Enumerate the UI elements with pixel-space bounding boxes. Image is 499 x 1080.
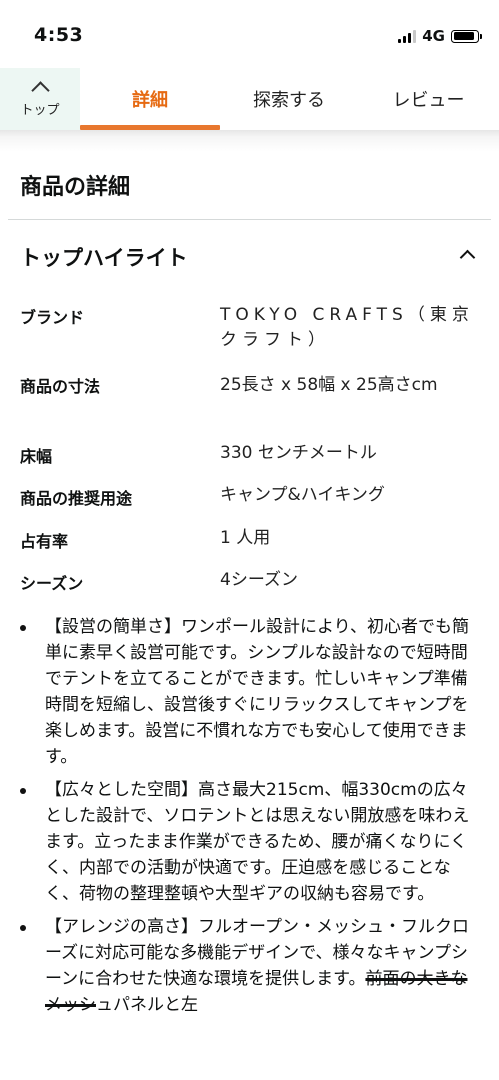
network-type: 4G — [422, 27, 445, 45]
collapse-chevron-icon[interactable] — [459, 249, 476, 266]
spec-label-recommended-use: 商品の推奨用途 — [20, 489, 133, 508]
chevron-up-icon — [30, 81, 50, 100]
tab-bar: トップ 詳細 探索する レビュー — [0, 68, 499, 130]
tab-details[interactable]: 詳細 — [80, 68, 220, 130]
highlights-title: トップハイライト — [20, 246, 188, 270]
tab-review[interactable]: レビュー — [358, 68, 499, 130]
spec-label-floor-width: 床幅 — [20, 447, 53, 466]
back-to-top-label: トップ — [20, 103, 60, 118]
spec-value-brand: TOKYO CRAFTS（東京クラフト） — [220, 305, 474, 350]
battery-level — [453, 32, 475, 40]
feature-bullet-text: 【設営の簡単さ】ワンポール設計により、初心者でも簡単に素早く設営可能です。シンプ… — [45, 617, 469, 767]
spec-label-dimensions: 商品の寸法 — [20, 377, 101, 396]
spec-value-floor-width: 330 センチメートル — [220, 443, 377, 463]
tab-bar-shadow — [0, 130, 499, 152]
status-bar: 4:53 4G — [0, 0, 499, 68]
spec-value-dimensions: 25長さ x 58幅 x 25高さcm — [220, 375, 438, 395]
spec-label-brand: ブランド — [20, 308, 85, 327]
spec-value-recommended-use: キャンプ&ハイキング — [220, 485, 385, 505]
spec-value-season: 4シーズン — [220, 570, 298, 590]
feature-bullet-text: 【広々とした空間】高さ最大215cm、幅330cmの広々とした設計で、ソロテント… — [45, 780, 470, 904]
spec-label-season: シーズン — [20, 574, 84, 593]
feature-bullet-text-rest: ュパネルと左 — [96, 995, 198, 1015]
battery-icon — [451, 29, 482, 43]
spec-label-occupancy: 占有率 — [20, 532, 69, 551]
tab-explore[interactable]: 探索する — [220, 68, 358, 130]
bullet-dot-icon — [20, 625, 26, 631]
bullet-dot-icon — [20, 925, 26, 931]
cellular-signal-icon — [398, 29, 417, 43]
feature-bullet: 【広々とした空間】高さ最大215cm、幅330cmの広々とした設計で、ソロテント… — [20, 777, 480, 907]
feature-bullet-list: 【設営の簡単さ】ワンポール設計により、初心者でも簡単に素早く設営可能です。シンプ… — [20, 614, 480, 1025]
status-time: 4:53 — [34, 24, 84, 46]
section-title: 商品の詳細 — [20, 175, 131, 200]
section-divider — [8, 219, 491, 220]
back-to-top-button[interactable]: トップ — [0, 68, 80, 130]
status-indicators: 4G — [398, 27, 482, 45]
feature-bullet: 【設営の簡単さ】ワンポール設計により、初心者でも簡単に素早く設営可能です。シンプ… — [20, 614, 480, 770]
bullet-dot-icon — [20, 788, 26, 794]
feature-bullet: 【アレンジの高さ】フルオープン・メッシュ・フルクローズに対応可能な多機能デザイン… — [20, 914, 480, 1018]
spec-value-occupancy: 1 人用 — [220, 528, 271, 548]
